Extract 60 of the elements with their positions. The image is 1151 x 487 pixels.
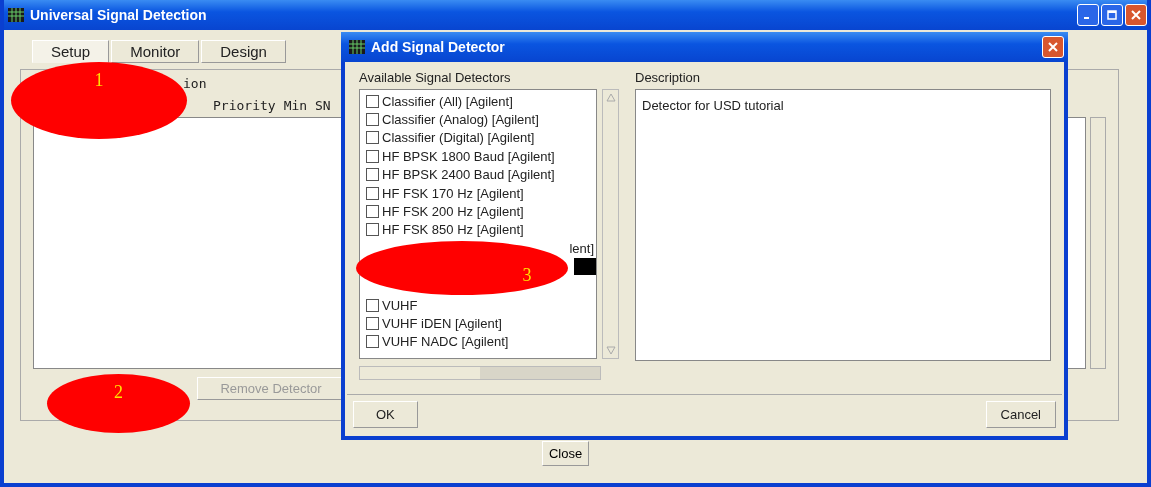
close-window-button[interactable]: Close (541, 441, 590, 466)
grid-icon (349, 40, 365, 54)
detector-label: HF BPSK 1800 Baud [Agilent] (382, 148, 555, 164)
detector-label: VUHF (382, 297, 418, 313)
annotation-marker: 2 (47, 374, 190, 433)
detector-label: Classifier (Analog) [Agilent] (382, 112, 539, 128)
checkbox[interactable] (366, 223, 379, 237)
close-button[interactable] (1042, 36, 1064, 58)
list-row[interactable]: HF BPSK 2400 Baud [Agilent] (360, 165, 596, 184)
detector-label: Classifier (All) [Agilent] (382, 93, 513, 109)
description-text: Detector for USD tutorial (642, 98, 784, 113)
checkbox[interactable] (366, 131, 379, 145)
detector-label: HF BPSK 2400 Baud [Agilent] (382, 167, 555, 183)
dialog-title: Add Signal Detector (371, 39, 505, 55)
tab[interactable]: Monitor (111, 40, 200, 63)
column-header: Priority (213, 98, 276, 113)
list-row[interactable]: VUHF NADC [Agilent] (360, 332, 596, 352)
list-row[interactable]: HF BPSK 1800 Baud [Agilent] (360, 147, 596, 166)
list-row[interactable]: VUHF iDEN [Agilent] (360, 314, 596, 333)
detector-label: VUHF iDEN [Agilent] (382, 316, 502, 331)
ok-button[interactable]: OK (353, 401, 418, 428)
description-label: Description (635, 70, 702, 85)
checkbox[interactable] (366, 186, 379, 200)
detector-label: HF FSK 850 Hz [Agilent] (382, 222, 524, 238)
window-title: Universal Signal Detection (30, 7, 207, 23)
close-icon[interactable] (1048, 42, 1058, 52)
list-row[interactable]: HF FSK 170 Hz [Agilent] (360, 183, 596, 203)
list-label: Available Signal Detectors (359, 70, 512, 85)
horizontal-scrollbar[interactable] (359, 366, 601, 380)
tab[interactable]: Setup (32, 40, 110, 63)
list-row[interactable]: Classifier (All) [Agilent] (360, 92, 596, 111)
close-button[interactable] (1125, 4, 1147, 26)
selection-highlight[interactable] (574, 258, 596, 276)
checkbox[interactable] (366, 205, 379, 219)
close-icon[interactable] (1131, 10, 1141, 20)
maximize-button[interactable] (1101, 4, 1123, 26)
checkbox[interactable] (366, 149, 379, 163)
checkbox[interactable] (366, 335, 379, 349)
cancel-button[interactable]: Cancel (985, 401, 1056, 428)
list-row[interactable]: VUHF (360, 295, 596, 315)
checkbox[interactable] (366, 317, 379, 330)
vertical-scrollbar[interactable] (1090, 117, 1106, 369)
checkbox[interactable] (366, 113, 379, 127)
minimize-button[interactable] (1077, 4, 1099, 26)
grid-icon (8, 8, 24, 22)
checkbox[interactable] (366, 168, 379, 182)
list-row[interactable]: HF FSK 200 Hz [Agilent] (360, 202, 596, 221)
list-row[interactable]: HF FSK 850 Hz [Agilent] (360, 220, 596, 240)
list-row[interactable]: Classifier (Analog) [Agilent] (360, 110, 596, 129)
detector-label: HF FSK 200 Hz [Agilent] (382, 204, 524, 220)
detector-label: VUHF NADC [Agilent] (382, 334, 509, 350)
checkbox[interactable] (366, 94, 379, 108)
checkbox[interactable] (366, 298, 379, 312)
detector-label: Classifier (Digital) [Agilent] (382, 130, 535, 146)
maximize-icon[interactable] (1107, 10, 1117, 20)
column-header: Min SN (283, 98, 331, 113)
list-row[interactable]: Classifier (Digital) [Agilent] (360, 128, 596, 148)
detector-label[interactable]: lent] (569, 240, 596, 256)
detector-label: HF FSK 170 Hz [Agilent] (382, 185, 524, 201)
tab[interactable]: Design (201, 40, 286, 63)
